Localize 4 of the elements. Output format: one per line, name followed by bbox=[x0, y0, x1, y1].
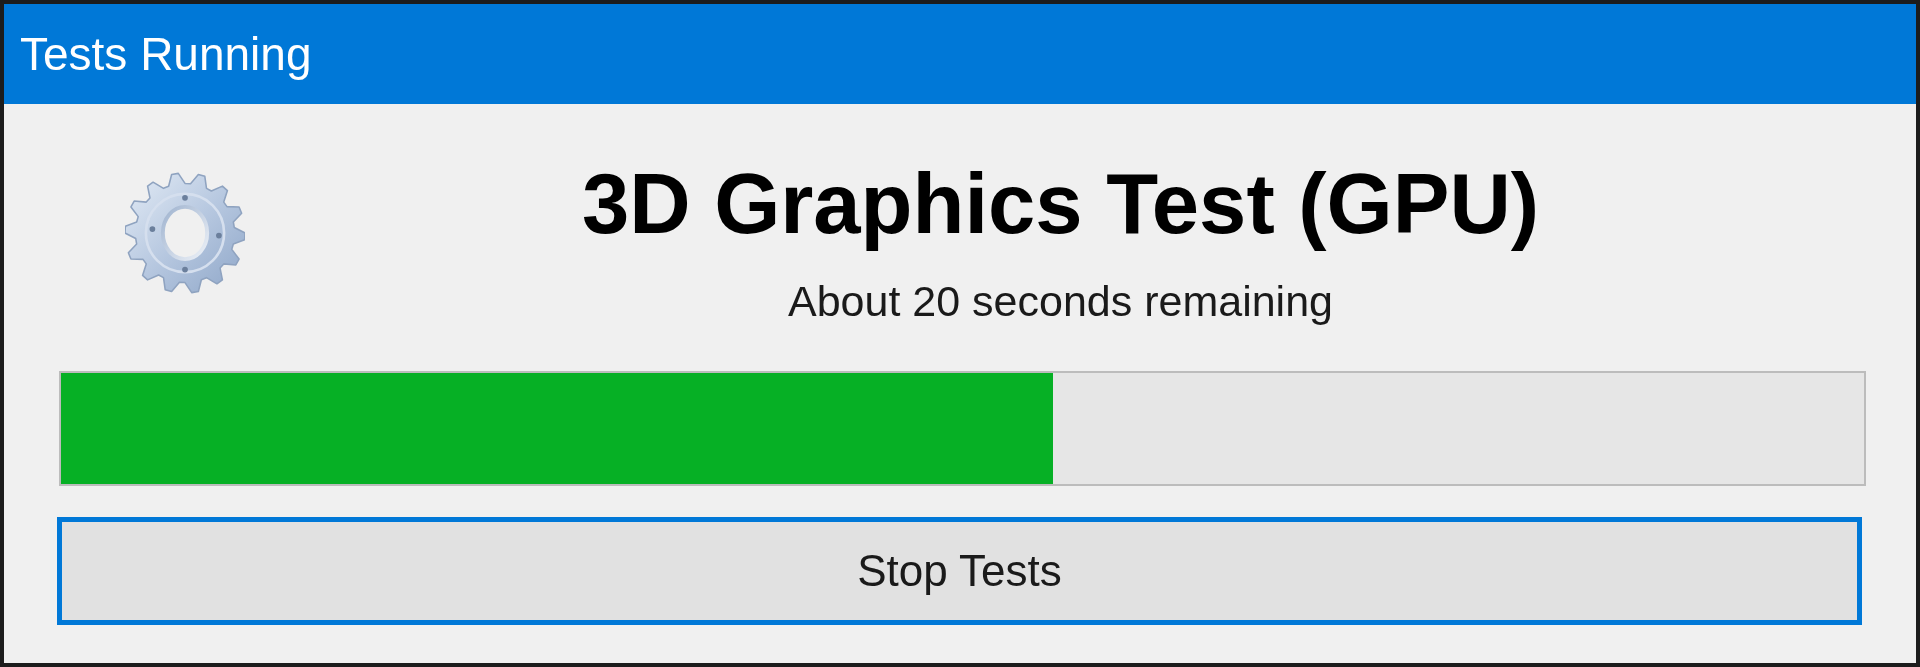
time-remaining: About 20 seconds remaining bbox=[788, 276, 1333, 327]
stop-tests-button[interactable]: Stop Tests bbox=[57, 517, 1862, 625]
test-name: 3D Graphics Test (GPU) bbox=[581, 155, 1540, 253]
gear-icon bbox=[125, 171, 245, 295]
